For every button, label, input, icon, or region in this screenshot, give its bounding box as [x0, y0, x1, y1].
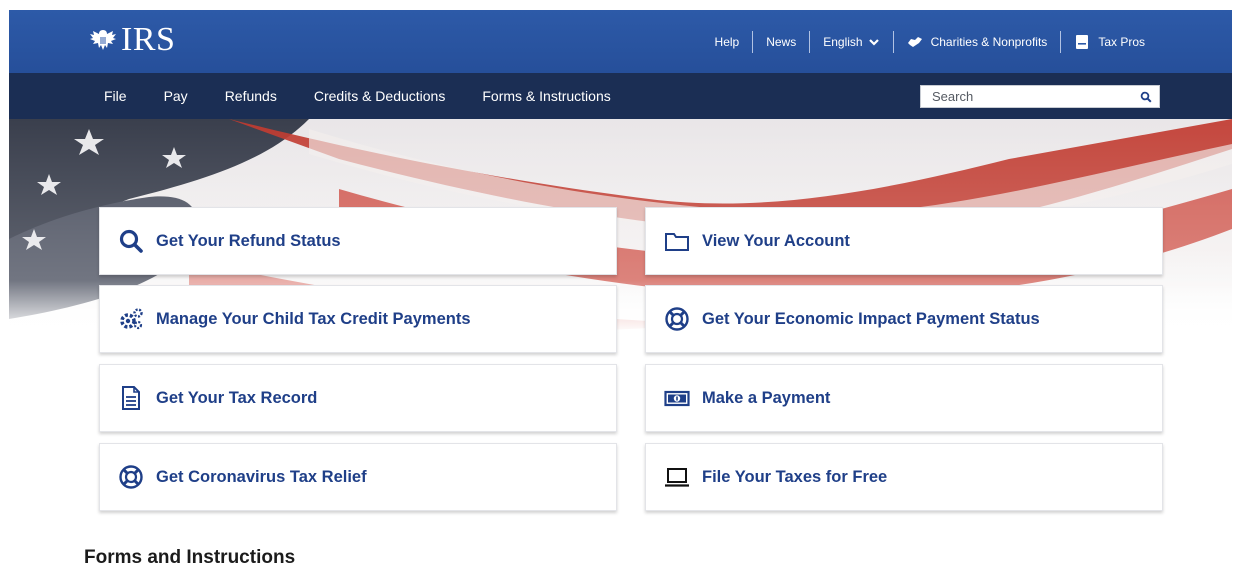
- tax-pros-label: Tax Pros: [1098, 34, 1145, 49]
- nav-forms-instructions[interactable]: Forms & Instructions: [482, 88, 610, 104]
- document-icon: [122, 386, 140, 410]
- charities-link[interactable]: Charities & Nonprofits: [894, 34, 1061, 50]
- money-icon: [664, 390, 690, 407]
- folder-icon: [665, 233, 689, 251]
- search-icon: [1140, 91, 1152, 103]
- language-selector[interactable]: English: [810, 35, 892, 49]
- card-label: View Your Account: [702, 231, 850, 250]
- tax-pros-link[interactable]: Tax Pros: [1061, 34, 1158, 50]
- card-economic-impact-payment[interactable]: Get Your Economic Impact Payment Status: [645, 285, 1163, 353]
- utility-divider: [752, 30, 754, 53]
- eagle-logo-icon: [90, 30, 116, 50]
- search-box: [920, 85, 1160, 108]
- top-header-bar: IRS Help News English Charities & Nonpro…: [9, 10, 1232, 73]
- utility-divider: [1060, 30, 1062, 53]
- help-link[interactable]: Help: [702, 35, 753, 49]
- nav-refunds[interactable]: Refunds: [225, 88, 277, 104]
- logo-text: IRS: [121, 21, 176, 58]
- card-label: Get Your Tax Record: [156, 388, 318, 407]
- search-input[interactable]: [921, 86, 1133, 107]
- charities-label: Charities & Nonprofits: [930, 34, 1048, 49]
- utility-divider: [892, 30, 894, 53]
- chevron-down-icon: [868, 38, 879, 46]
- nav-credits-deductions[interactable]: Credits & Deductions: [314, 88, 446, 104]
- card-view-account[interactable]: View Your Account: [645, 207, 1163, 275]
- irs-logo[interactable]: IRS: [87, 18, 175, 62]
- nav-file[interactable]: File: [104, 88, 127, 104]
- card-refund-status[interactable]: Get Your Refund Status: [99, 207, 617, 275]
- card-child-tax-credit[interactable]: Manage Your Child Tax Credit Payments: [99, 285, 617, 353]
- gears-icon: [120, 308, 143, 330]
- handshake-icon: [907, 36, 922, 47]
- language-label: English: [823, 34, 863, 49]
- book-icon: [1076, 34, 1089, 49]
- news-link[interactable]: News: [753, 35, 809, 49]
- card-label: Make a Payment: [702, 388, 831, 407]
- card-tax-record[interactable]: Get Your Tax Record: [99, 364, 617, 432]
- utility-nav: Help News English Charities & Nonprofits…: [702, 10, 1158, 73]
- laptop-icon: [665, 468, 689, 487]
- card-label: File Your Taxes for Free: [702, 467, 888, 486]
- card-label: Get Your Economic Impact Payment Status: [702, 309, 1040, 328]
- card-file-taxes-free[interactable]: File Your Taxes for Free: [645, 443, 1163, 511]
- card-label: Manage Your Child Tax Credit Payments: [156, 309, 471, 328]
- card-coronavirus-relief[interactable]: Get Coronavirus Tax Relief: [99, 443, 617, 511]
- lifebuoy-icon: [665, 307, 689, 331]
- card-label: Get Your Refund Status: [156, 231, 341, 250]
- forms-instructions-heading: Forms and Instructions: [84, 547, 296, 567]
- nav-pay[interactable]: Pay: [164, 88, 188, 104]
- search-button[interactable]: [1133, 86, 1159, 107]
- main-navigation: File Pay Refunds Credits & Deductions Fo…: [9, 73, 1232, 119]
- card-make-payment[interactable]: Make a Payment: [645, 364, 1163, 432]
- search-icon: [119, 229, 143, 253]
- utility-divider: [809, 30, 811, 53]
- lifebuoy-icon: [119, 465, 143, 489]
- card-label: Get Coronavirus Tax Relief: [156, 467, 367, 486]
